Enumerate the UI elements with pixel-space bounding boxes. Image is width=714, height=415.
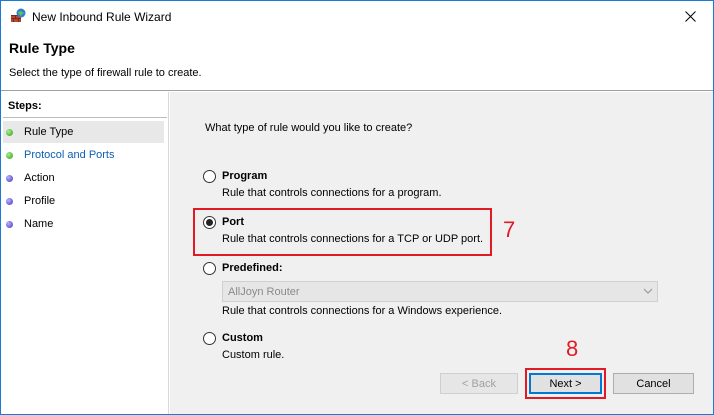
sidebar-item-label: Name xyxy=(24,218,54,230)
close-icon xyxy=(684,10,696,22)
predefined-radio[interactable] xyxy=(203,262,216,275)
step-complete-icon xyxy=(6,151,13,159)
option-title[interactable]: Predefined: xyxy=(222,262,283,274)
option-description: Custom rule. xyxy=(222,349,285,361)
step-complete-icon xyxy=(6,128,13,136)
option-title[interactable]: Custom xyxy=(222,332,263,344)
rule-type-question: What type of rule would you like to crea… xyxy=(205,122,413,134)
window-title: New Inbound Rule Wizard xyxy=(32,10,172,24)
wizard-header: Rule Type Select the type of firewall ru… xyxy=(1,31,713,91)
steps-label: Steps: xyxy=(8,100,42,112)
step-pending-icon xyxy=(6,197,13,205)
option-title[interactable]: Program xyxy=(222,170,267,182)
annotation-box-7 xyxy=(193,208,492,256)
option-description: Rule that controls connections for a pro… xyxy=(222,187,442,199)
predefined-dropdown: AllJoyn Router xyxy=(222,281,658,302)
steps-sidebar: Steps: Rule Type Protocol and Ports Acti… xyxy=(1,92,169,414)
sidebar-item-label: Action xyxy=(24,172,55,184)
wizard-content: What type of rule would you like to crea… xyxy=(170,92,713,414)
annotation-number-7: 7 xyxy=(503,217,516,242)
page-subtitle: Select the type of firewall rule to crea… xyxy=(9,67,202,79)
firewall-app-icon xyxy=(11,8,26,22)
chevron-down-icon xyxy=(643,288,653,294)
wizard-window: New Inbound Rule Wizard Rule Type Select… xyxy=(0,0,714,415)
sidebar-item-label: Rule Type xyxy=(24,126,74,138)
custom-radio[interactable] xyxy=(203,332,216,345)
page-title: Rule Type xyxy=(9,40,75,56)
annotation-number-8: 8 xyxy=(566,336,579,361)
sidebar-item-name: Name xyxy=(3,213,164,235)
title-bar: New Inbound Rule Wizard xyxy=(1,1,713,31)
sidebar-item-profile: Profile xyxy=(3,190,164,212)
option-description: Rule that controls connections for a Win… xyxy=(222,305,503,317)
program-radio[interactable] xyxy=(203,170,216,183)
sidebar-item-action: Action xyxy=(3,167,164,189)
dropdown-value: AllJoyn Router xyxy=(228,286,300,298)
back-button[interactable]: < Back xyxy=(440,373,518,394)
steps-divider xyxy=(3,117,167,118)
step-pending-icon xyxy=(6,174,13,182)
sidebar-item-rule-type: Rule Type xyxy=(3,121,164,143)
sidebar-item-label[interactable]: Protocol and Ports xyxy=(24,149,115,161)
step-pending-icon xyxy=(6,220,13,228)
next-button[interactable]: Next > xyxy=(529,373,602,394)
sidebar-item-label: Profile xyxy=(24,195,56,207)
cancel-button[interactable]: Cancel xyxy=(613,373,694,394)
close-button[interactable] xyxy=(667,1,713,31)
sidebar-item-protocol-and-ports[interactable]: Protocol and Ports xyxy=(3,144,164,166)
